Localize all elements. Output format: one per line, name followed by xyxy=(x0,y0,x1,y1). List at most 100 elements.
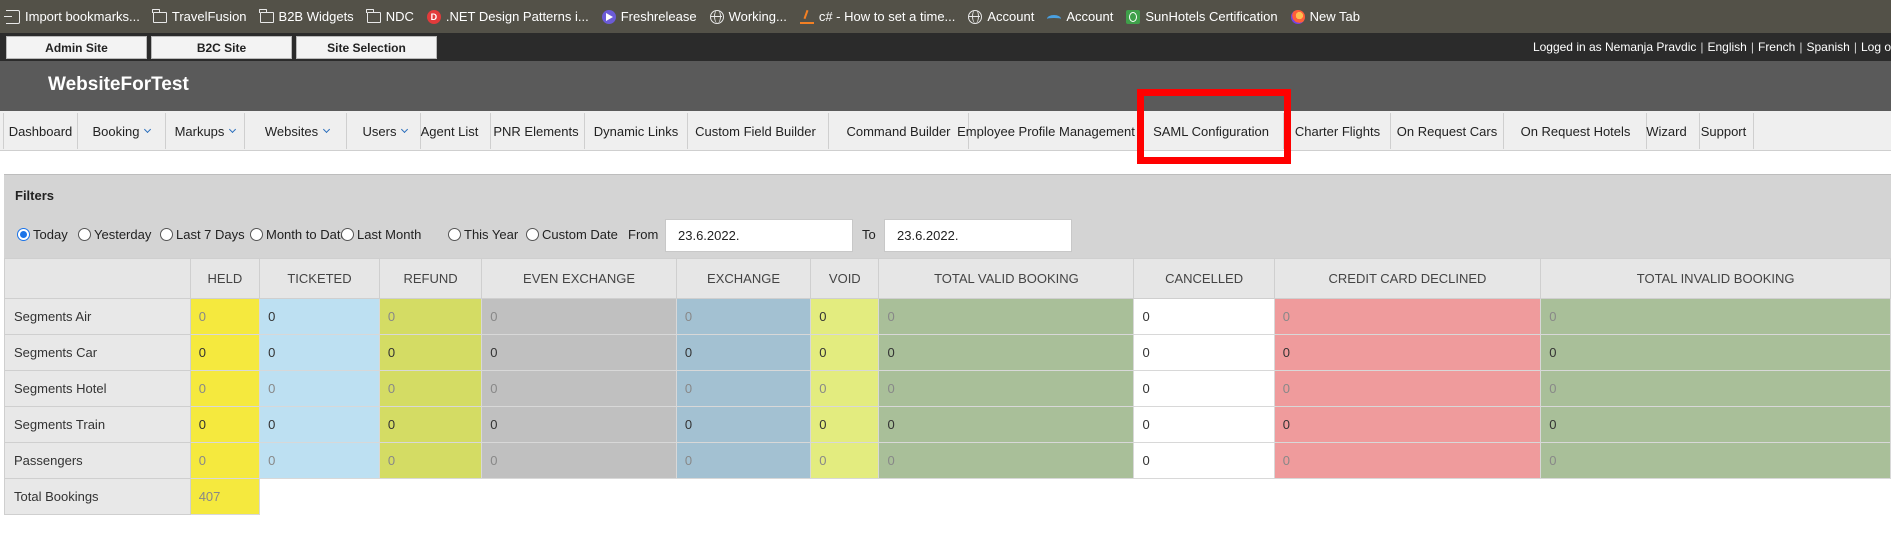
nav-item-employee-profile-management[interactable]: Employee Profile Management xyxy=(954,113,1139,149)
chevron-down-icon xyxy=(401,125,409,134)
bookmark-item[interactable]: Working... xyxy=(709,0,787,33)
bookmark-item[interactable]: New Tab xyxy=(1290,0,1360,33)
nav-item-dashboard[interactable]: Dashboard xyxy=(3,113,78,149)
nav-item-label: SAML Configuration xyxy=(1153,123,1269,139)
table-cell: 0 xyxy=(675,334,812,371)
bookmark-item[interactable]: NDC xyxy=(366,0,414,33)
bookmark-item[interactable]: Import bookmarks... xyxy=(4,0,140,33)
bookmark-label: SunHotels Certification xyxy=(1145,9,1278,24)
bookmark-item[interactable]: D .NET Design Patterns i... xyxy=(426,0,589,33)
nav-item-label: Dashboard xyxy=(8,123,73,139)
globe-icon xyxy=(709,9,724,24)
range-radio-month-to-date[interactable]: Month to Date xyxy=(250,227,348,242)
bookmark-item[interactable]: Account xyxy=(1047,0,1113,33)
empty-cell xyxy=(1274,478,1541,515)
tab-admin-site[interactable]: Admin Site xyxy=(6,36,147,59)
lang-spanish-link[interactable]: Spanish xyxy=(1806,40,1849,54)
table-cell: 0 xyxy=(259,370,380,407)
table-cell: 0 xyxy=(481,370,677,407)
to-date-input[interactable]: 23.6.2022. xyxy=(884,219,1072,252)
radio-label: Last 7 Days xyxy=(176,227,245,242)
table-row: Passengers 0 0 0 0 0 0 0 0 0 0 xyxy=(4,442,1891,479)
nav-item-label: Users xyxy=(362,123,397,139)
nav-item-on-request-cars[interactable]: On Request Cars xyxy=(1391,113,1504,149)
radio-circle[interactable] xyxy=(341,228,354,241)
total-label: Total Bookings xyxy=(4,478,191,515)
bookmark-item[interactable]: Freshrelease xyxy=(601,0,697,33)
row-label: Segments Hotel xyxy=(4,370,191,407)
radio-circle[interactable] xyxy=(526,228,539,241)
tab-site-selection[interactable]: Site Selection xyxy=(296,36,437,59)
table-cell: 0 xyxy=(1273,370,1542,407)
nav-item-markups[interactable]: Markups xyxy=(166,113,245,149)
dotnet-icon: D xyxy=(426,9,441,24)
table-cell: 0 xyxy=(378,298,483,335)
site-title: WebsiteForTest xyxy=(48,74,189,95)
range-radio-custom-date[interactable]: Custom Date xyxy=(526,227,618,242)
bookmark-label: NDC xyxy=(385,9,414,24)
table-cell: 0 xyxy=(189,442,261,479)
table-cell: 0 xyxy=(1540,370,1891,407)
range-radio-this-year[interactable]: This Year xyxy=(448,227,518,242)
nav-item-label: Dynamic Links xyxy=(593,123,679,139)
table-cell: 0 xyxy=(1540,406,1891,443)
nav-item-label: Support xyxy=(1700,123,1747,139)
column-header: EXCHANGE xyxy=(675,258,812,299)
nav-item-command-builder[interactable]: Command Builder xyxy=(829,113,969,149)
nav-item-websites[interactable]: Websites xyxy=(248,113,347,149)
site-header: WebsiteForTest xyxy=(0,61,1891,111)
nav-item-charter-flights[interactable]: Charter Flights xyxy=(1285,113,1391,149)
logout-link[interactable]: Log o xyxy=(1861,40,1891,54)
row-label: Segments Car xyxy=(4,334,191,371)
table-cell: 0 xyxy=(878,370,1135,407)
radio-circle[interactable] xyxy=(448,228,461,241)
lang-french-link[interactable]: French xyxy=(1758,40,1795,54)
nav-item-wizard[interactable]: Wizard xyxy=(1634,113,1700,149)
total-row: Total Bookings 407 xyxy=(4,478,1891,515)
nav-item-support[interactable]: Support xyxy=(1694,113,1754,149)
nav-item-booking[interactable]: Booking xyxy=(78,113,166,149)
range-radio-last-month[interactable]: Last Month xyxy=(341,227,421,242)
bookmark-item[interactable]: c# - How to set a time... xyxy=(799,0,956,33)
bookmark-item[interactable]: Account xyxy=(968,0,1034,33)
empty-cell xyxy=(481,478,677,515)
bookmark-item[interactable]: SunHotels Certification xyxy=(1126,0,1278,33)
row-label: Passengers xyxy=(4,442,191,479)
nav-item-custom-field-builder[interactable]: Custom Field Builder xyxy=(683,113,829,149)
radio-circle[interactable] xyxy=(160,228,173,241)
bookmark-label: B2B Widgets xyxy=(278,9,354,24)
bookmark-item[interactable]: TravelFusion xyxy=(152,0,247,33)
range-radio-yesterday[interactable]: Yesterday xyxy=(78,227,151,242)
table-cell: 0 xyxy=(378,370,483,407)
bookmark-label: c# - How to set a time... xyxy=(818,9,956,24)
radio-circle[interactable] xyxy=(78,228,91,241)
table-cell: 0 xyxy=(1133,298,1275,335)
globe-icon xyxy=(968,9,983,24)
radio-circle[interactable] xyxy=(250,228,263,241)
nav-item-saml-configuration[interactable]: SAML Configuration xyxy=(1139,113,1284,149)
chevron-down-icon xyxy=(144,125,152,134)
radio-label: Custom Date xyxy=(542,227,618,242)
nav-item-on-request-hotels[interactable]: On Request Hotels xyxy=(1505,113,1647,149)
separator: | xyxy=(1700,40,1704,54)
top-bar: Admin Site B2C Site Site Selection Logge… xyxy=(0,33,1891,61)
table-cell: 0 xyxy=(1133,370,1275,407)
range-radio-today[interactable]: Today xyxy=(17,227,68,242)
bookmark-label: Freshrelease xyxy=(620,9,697,24)
nav-item-pnr-elements[interactable]: PNR Elements xyxy=(488,113,585,149)
radio-circle[interactable] xyxy=(17,228,30,241)
nav-item-agent-list[interactable]: Agent List xyxy=(409,113,491,149)
range-radio-last-7-days[interactable]: Last 7 Days xyxy=(160,227,245,242)
from-date-input[interactable]: 23.6.2022. xyxy=(665,219,853,252)
nav-item-dynamic-links[interactable]: Dynamic Links xyxy=(585,113,688,149)
nav-item-label: On Request Hotels xyxy=(1520,123,1631,139)
tab-b2c-site[interactable]: B2C Site xyxy=(151,36,292,59)
table-cell: 0 xyxy=(878,406,1135,443)
table-cell: 0 xyxy=(481,442,677,479)
table-cell: 0 xyxy=(259,442,380,479)
empty-cell xyxy=(259,478,380,515)
bookmark-item[interactable]: B2B Widgets xyxy=(259,0,354,33)
table-cell: 0 xyxy=(481,298,677,335)
lang-english-link[interactable]: English xyxy=(1708,40,1747,54)
table-cell: 0 xyxy=(259,298,380,335)
